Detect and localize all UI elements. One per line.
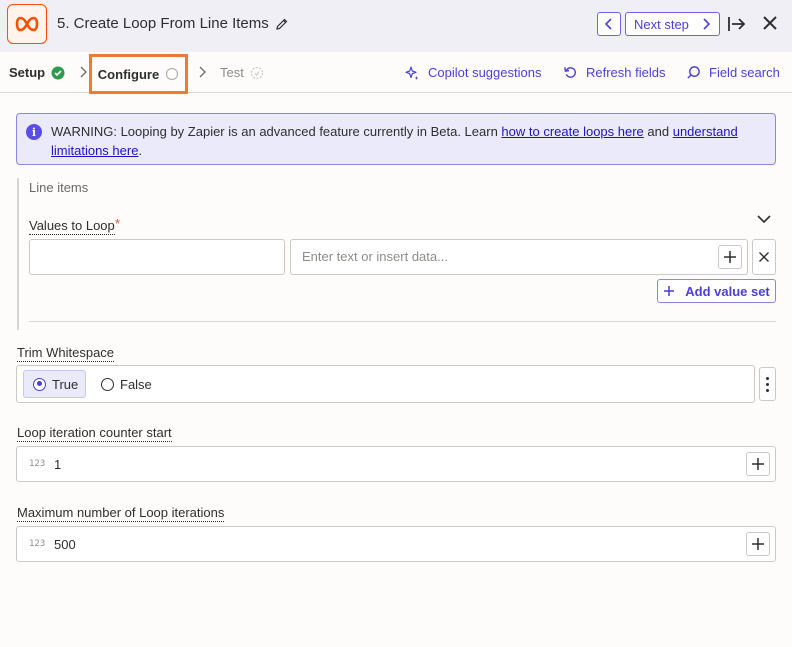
chevron-right-icon bbox=[199, 66, 206, 78]
step-header: 5. Create Loop From Line Items Next step bbox=[0, 0, 792, 52]
max-iterations-label: Maximum number of Loop iterations bbox=[17, 505, 225, 522]
line-items-group-bar bbox=[17, 178, 19, 330]
warning-text-middle: and bbox=[643, 124, 673, 139]
trim-whitespace-label: Trim Whitespace bbox=[17, 345, 115, 362]
field-search-label: Field search bbox=[709, 65, 780, 80]
step-title[interactable]: 5. Create Loop From Line Items bbox=[57, 15, 289, 32]
copilot-suggestions-label: Copilot suggestions bbox=[428, 65, 542, 80]
close-icon[interactable] bbox=[762, 15, 778, 31]
warning-text: WARNING: Looping by Zapier is an advance… bbox=[51, 124, 502, 139]
chevron-right-icon bbox=[80, 66, 87, 78]
remove-value-button[interactable] bbox=[752, 239, 776, 275]
plus-icon bbox=[752, 538, 764, 550]
chevron-right-icon bbox=[703, 18, 711, 30]
check-circle-icon bbox=[51, 66, 65, 79]
tab-test-label: Test bbox=[220, 65, 244, 80]
required-indicator: * bbox=[115, 216, 121, 231]
chevron-down-icon[interactable] bbox=[757, 214, 771, 224]
refresh-fields-label: Refresh fields bbox=[586, 65, 666, 80]
more-options-button[interactable] bbox=[759, 367, 776, 401]
max-iterations-value: 500 bbox=[54, 537, 76, 552]
tab-configure-label: Configure bbox=[97, 66, 160, 82]
test-status-icon bbox=[250, 66, 263, 79]
max-iterations-input[interactable]: 123 500 bbox=[16, 526, 776, 562]
radio-unselected-icon bbox=[101, 377, 114, 391]
plus-icon bbox=[664, 286, 675, 296]
sparkle-icon bbox=[405, 65, 419, 80]
section-divider bbox=[29, 321, 776, 322]
add-value-set-label: Add value set bbox=[685, 283, 770, 299]
next-step-label: Next step bbox=[634, 16, 689, 32]
insert-data-button[interactable] bbox=[718, 245, 742, 269]
tab-configure[interactable]: Configure bbox=[89, 54, 188, 94]
field-search-button[interactable]: Field search bbox=[686, 52, 780, 93]
add-value-set-button[interactable]: Add value set bbox=[657, 279, 776, 303]
previous-step-button[interactable] bbox=[597, 12, 621, 36]
tab-test[interactable]: Test bbox=[220, 52, 264, 93]
tab-setup[interactable]: Setup bbox=[9, 52, 65, 93]
refresh-icon bbox=[564, 67, 576, 78]
refresh-fields-button[interactable]: Refresh fields bbox=[563, 52, 665, 93]
collapse-panel-icon[interactable] bbox=[727, 14, 747, 34]
loop-key-input[interactable] bbox=[29, 239, 285, 275]
insert-data-button[interactable] bbox=[746, 532, 770, 556]
kebab-dot bbox=[766, 376, 769, 380]
trim-whitespace-true-option[interactable]: True bbox=[23, 370, 86, 398]
counter-start-label: Loop iteration counter start bbox=[17, 425, 172, 442]
trim-whitespace-false-option[interactable]: False bbox=[101, 370, 152, 398]
step-title-text: 5. Create Loop From Line Items bbox=[57, 15, 269, 32]
trim-true-label: True bbox=[52, 376, 79, 392]
counter-start-value: 1 bbox=[54, 457, 62, 472]
values-to-loop-label: Values to Loop bbox=[29, 218, 115, 235]
loop-value-placeholder: Enter text or insert data... bbox=[302, 249, 448, 264]
plus-icon bbox=[752, 458, 764, 470]
plus-icon bbox=[724, 251, 736, 263]
step-tabs: Setup Configure Test Copilot suggestions bbox=[0, 52, 792, 94]
info-icon: i bbox=[26, 124, 42, 140]
close-icon bbox=[759, 252, 769, 262]
trim-whitespace-radio-group: True False bbox=[16, 365, 755, 403]
line-items-group-title: Line items bbox=[29, 180, 89, 195]
pencil-icon[interactable] bbox=[275, 17, 289, 31]
kebab-dot bbox=[766, 388, 769, 392]
tab-setup-label: Setup bbox=[9, 65, 46, 80]
insert-data-button[interactable] bbox=[746, 452, 770, 476]
number-type-icon: 123 bbox=[29, 459, 46, 469]
how-to-create-loops-link[interactable]: how to create loops here bbox=[501, 124, 643, 139]
search-icon bbox=[687, 66, 700, 79]
loop-icon bbox=[15, 16, 39, 32]
chevron-left-icon bbox=[604, 18, 612, 30]
trim-false-label: False bbox=[120, 376, 152, 392]
warning-text-end: . bbox=[138, 143, 143, 158]
beta-warning-banner: i WARNING: Looping by Zapier is an advan… bbox=[16, 113, 776, 165]
next-step-button[interactable]: Next step bbox=[625, 12, 720, 36]
loop-app-logo bbox=[7, 4, 47, 44]
loop-value-input[interactable]: Enter text or insert data... bbox=[290, 239, 748, 275]
counter-start-input[interactable]: 123 1 bbox=[16, 446, 776, 482]
empty-circle-icon bbox=[166, 67, 179, 81]
kebab-dot bbox=[766, 382, 769, 386]
number-type-icon: 123 bbox=[29, 539, 46, 549]
radio-selected-icon bbox=[33, 377, 46, 391]
copilot-suggestions-button[interactable]: Copilot suggestions bbox=[404, 52, 541, 93]
